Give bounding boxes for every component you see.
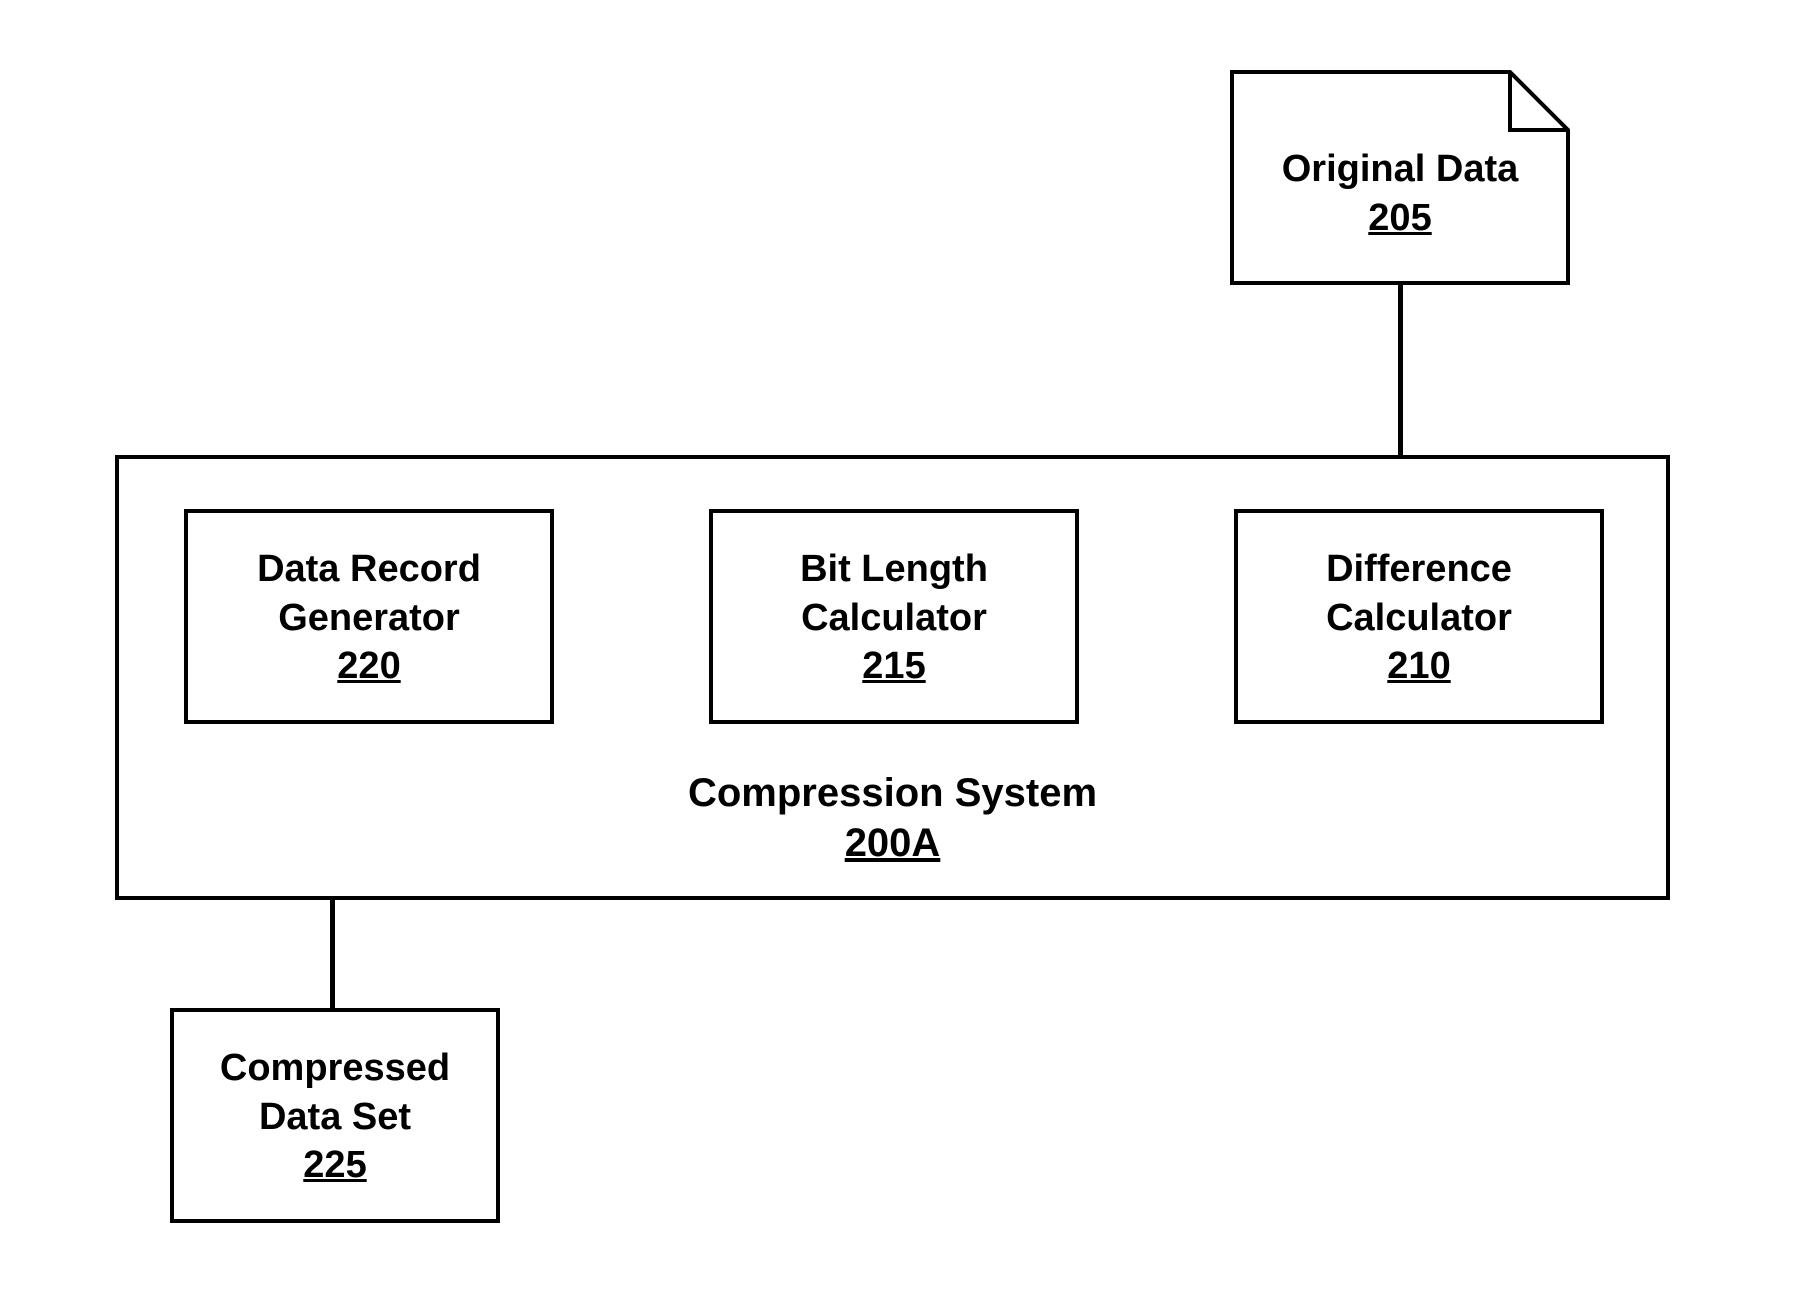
compressed-data-set-box: Compressed Data Set 225 [170, 1008, 500, 1223]
difference-calculator-label2: Calculator [1326, 594, 1512, 643]
original-data-label: Original Data [1282, 145, 1519, 194]
data-record-generator-label1: Data Record [257, 545, 481, 594]
original-data-number: 205 [1368, 197, 1431, 240]
original-data-box: Original Data 205 [1230, 70, 1570, 285]
bit-length-calculator-label1: Bit Length [800, 545, 988, 594]
data-record-generator-box: Data Record Generator 220 [184, 509, 554, 724]
data-record-generator-number: 220 [337, 645, 400, 688]
compressed-data-set-label2: Data Set [259, 1093, 411, 1142]
difference-calculator-label1: Difference [1326, 545, 1512, 594]
compression-system-label: Compression System [119, 767, 1666, 819]
compression-system-box: Data Record Generator 220 Bit Length Cal… [115, 455, 1670, 900]
compressed-data-set-label1: Compressed [220, 1044, 450, 1093]
compression-system-number: 200A [119, 821, 1666, 866]
compression-system-label-container: Compression System 200A [119, 767, 1666, 866]
compressed-data-set-number: 225 [303, 1144, 366, 1187]
connector-bottom [330, 900, 335, 1008]
connector-top [1398, 285, 1403, 455]
bit-length-calculator-number: 215 [862, 645, 925, 688]
data-record-generator-label2: Generator [278, 594, 460, 643]
difference-calculator-box: Difference Calculator 210 [1234, 509, 1604, 724]
difference-calculator-number: 210 [1387, 645, 1450, 688]
bit-length-calculator-box: Bit Length Calculator 215 [709, 509, 1079, 724]
diagram-container: Original Data 205 Data Record Generator … [0, 0, 1811, 1305]
bit-length-calculator-label2: Calculator [801, 594, 987, 643]
